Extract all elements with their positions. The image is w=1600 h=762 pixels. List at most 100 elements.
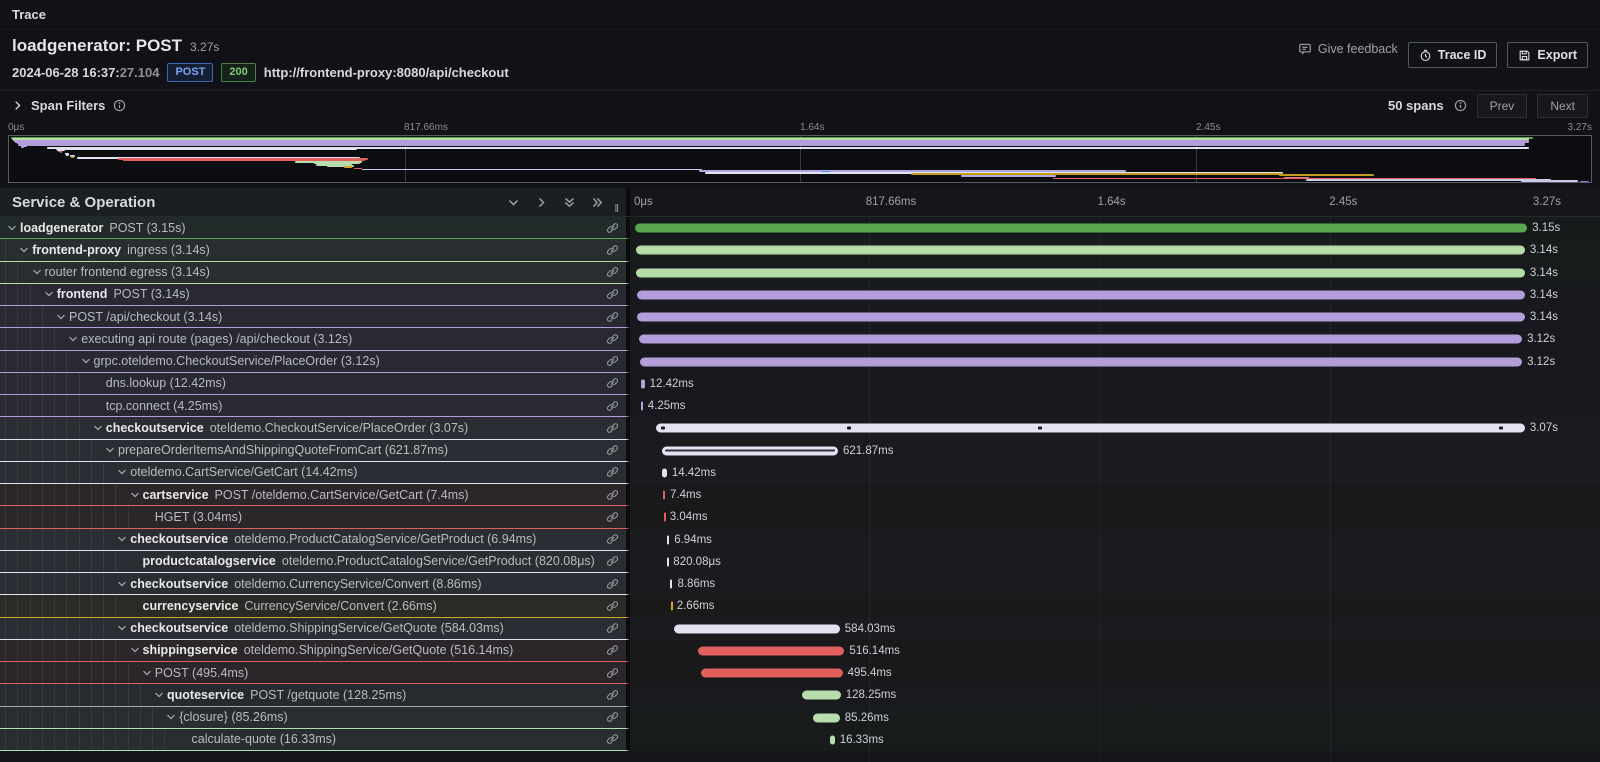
span-duration-bar[interactable] <box>663 491 665 500</box>
span-link-icon[interactable] <box>606 577 619 590</box>
span-row[interactable]: POST /api/checkout (3.14s)3.14s <box>0 306 1600 328</box>
span-row[interactable]: checkoutserviceoteldemo.CurrencyService/… <box>0 573 1600 595</box>
span-row[interactable]: checkoutserviceoteldemo.ProductCatalogSe… <box>0 529 1600 551</box>
expand-chevron-icon[interactable] <box>154 690 167 700</box>
span-duration-bar[interactable] <box>656 424 1525 433</box>
span-duration-bar[interactable] <box>698 646 844 655</box>
span-link-icon[interactable] <box>606 555 619 568</box>
span-row[interactable]: POST (495.4ms)495.4ms <box>0 662 1600 684</box>
span-row[interactable]: oteldemo.CartService/GetCart (14.42ms)14… <box>0 462 1600 484</box>
span-link-icon[interactable] <box>606 266 619 279</box>
span-link-icon[interactable] <box>606 288 619 301</box>
span-link-icon[interactable] <box>606 221 619 234</box>
expand-chevron-icon[interactable] <box>117 623 130 633</box>
span-link-icon[interactable] <box>606 733 619 746</box>
expand-all-icon[interactable] <box>591 196 604 209</box>
span-row[interactable]: tcp.connect (4.25ms)4.25ms <box>0 395 1600 417</box>
span-link-icon[interactable] <box>606 466 619 479</box>
collapse-all-icon[interactable] <box>563 196 576 209</box>
expand-chevron-icon[interactable] <box>130 645 143 655</box>
span-row[interactable]: executing api route (pages) /api/checkou… <box>0 328 1600 350</box>
span-filters-toggle[interactable]: Span Filters <box>12 98 126 113</box>
span-row[interactable]: loadgeneratorPOST (3.15s)3.15s <box>0 217 1600 239</box>
span-row[interactable]: router frontend egress (3.14s)3.14s <box>0 262 1600 284</box>
expand-chevron-icon[interactable] <box>130 490 143 500</box>
span-duration-bar[interactable] <box>670 580 673 589</box>
expand-chevron-icon[interactable] <box>7 223 20 233</box>
span-row[interactable]: HGET (3.04ms)3.04ms <box>0 506 1600 528</box>
trace-id-button[interactable]: Trace ID <box>1408 42 1498 68</box>
span-duration-bar[interactable] <box>671 602 673 611</box>
span-row[interactable]: cartservicePOST /oteldemo.CartService/Ge… <box>0 484 1600 506</box>
span-link-icon[interactable] <box>606 444 619 457</box>
span-row[interactable]: currencyserviceCurrencyService/Convert (… <box>0 595 1600 617</box>
span-link-icon[interactable] <box>606 666 619 679</box>
span-link-icon[interactable] <box>606 533 619 546</box>
span-duration-bar[interactable] <box>641 402 643 411</box>
export-button[interactable]: Export <box>1507 42 1588 68</box>
span-link-icon[interactable] <box>606 622 619 635</box>
span-row[interactable]: frontendPOST (3.14s)3.14s <box>0 284 1600 306</box>
expand-chevron-icon[interactable] <box>68 334 81 344</box>
next-button[interactable]: Next <box>1537 94 1588 118</box>
span-row[interactable]: grpc.oteldemo.CheckoutService/PlaceOrder… <box>0 351 1600 373</box>
expand-chevron-icon[interactable] <box>81 356 94 366</box>
span-link-icon[interactable] <box>606 355 619 368</box>
span-duration-bar[interactable] <box>830 735 835 744</box>
span-duration-bar[interactable] <box>701 669 843 678</box>
span-link-icon[interactable] <box>606 399 619 412</box>
span-duration-bar[interactable] <box>662 468 667 477</box>
span-duration-bar[interactable] <box>667 557 669 566</box>
expand-chevron-icon[interactable] <box>142 668 155 678</box>
span-duration-bar[interactable] <box>674 624 840 633</box>
span-row[interactable]: calculate-quote (16.33ms)16.33ms <box>0 729 1600 751</box>
span-row[interactable]: {closure} (85.26ms)85.26ms <box>0 707 1600 729</box>
expand-chevron-icon[interactable] <box>93 423 106 433</box>
span-duration-bar[interactable] <box>813 713 840 722</box>
span-duration-bar[interactable] <box>641 379 645 388</box>
expand-chevron-icon[interactable] <box>117 579 130 589</box>
span-link-icon[interactable] <box>606 688 619 701</box>
span-duration-bar[interactable] <box>636 268 1525 277</box>
span-row[interactable]: quoteservicePOST /getquote (128.25ms)128… <box>0 684 1600 706</box>
span-link-icon[interactable] <box>606 332 619 345</box>
span-row[interactable]: frontend-proxyingress (3.14s)3.14s <box>0 239 1600 261</box>
give-feedback-link[interactable]: Give feedback <box>1298 42 1398 56</box>
span-duration-bar[interactable] <box>662 446 838 455</box>
span-duration-bar[interactable] <box>635 224 1527 233</box>
span-duration-bar[interactable] <box>802 691 841 700</box>
span-row[interactable]: productcatalogserviceoteldemo.ProductCat… <box>0 551 1600 573</box>
expand-chevron-icon[interactable] <box>105 445 118 455</box>
minimap-canvas[interactable] <box>8 135 1592 183</box>
span-link-icon[interactable] <box>606 711 619 724</box>
trace-minimap[interactable]: 0μs817.66ms1.64s2.45s3.27s <box>0 120 1600 188</box>
span-link-icon[interactable] <box>606 243 619 256</box>
expand-one-icon[interactable] <box>535 196 548 209</box>
info-icon[interactable] <box>1454 99 1467 112</box>
expand-chevron-icon[interactable] <box>166 712 179 722</box>
span-duration-bar[interactable] <box>667 535 669 544</box>
span-link-icon[interactable] <box>606 510 619 523</box>
expand-chevron-icon[interactable] <box>19 245 32 255</box>
span-duration-bar[interactable] <box>640 357 1523 366</box>
info-icon[interactable] <box>113 99 126 112</box>
collapse-one-icon[interactable] <box>507 196 520 209</box>
span-link-icon[interactable] <box>606 310 619 323</box>
expand-chevron-icon[interactable] <box>117 467 130 477</box>
span-link-icon[interactable] <box>606 599 619 612</box>
span-link-icon[interactable] <box>606 377 619 390</box>
prev-button[interactable]: Prev <box>1477 94 1528 118</box>
span-link-icon[interactable] <box>606 644 619 657</box>
span-duration-bar[interactable] <box>637 290 1525 299</box>
span-row[interactable]: checkoutserviceoteldemo.ShippingService/… <box>0 618 1600 640</box>
span-duration-bar[interactable] <box>637 313 1525 322</box>
span-duration-bar[interactable] <box>664 513 666 522</box>
expand-chevron-icon[interactable] <box>56 312 69 322</box>
span-row[interactable]: checkoutserviceoteldemo.CheckoutService/… <box>0 417 1600 439</box>
expand-chevron-icon[interactable] <box>32 267 45 277</box>
span-link-icon[interactable] <box>606 488 619 501</box>
span-row[interactable]: dns.lookup (12.42ms)12.42ms <box>0 373 1600 395</box>
span-row[interactable]: shippingserviceoteldemo.ShippingService/… <box>0 640 1600 662</box>
span-duration-bar[interactable] <box>639 335 1522 344</box>
span-link-icon[interactable] <box>606 421 619 434</box>
